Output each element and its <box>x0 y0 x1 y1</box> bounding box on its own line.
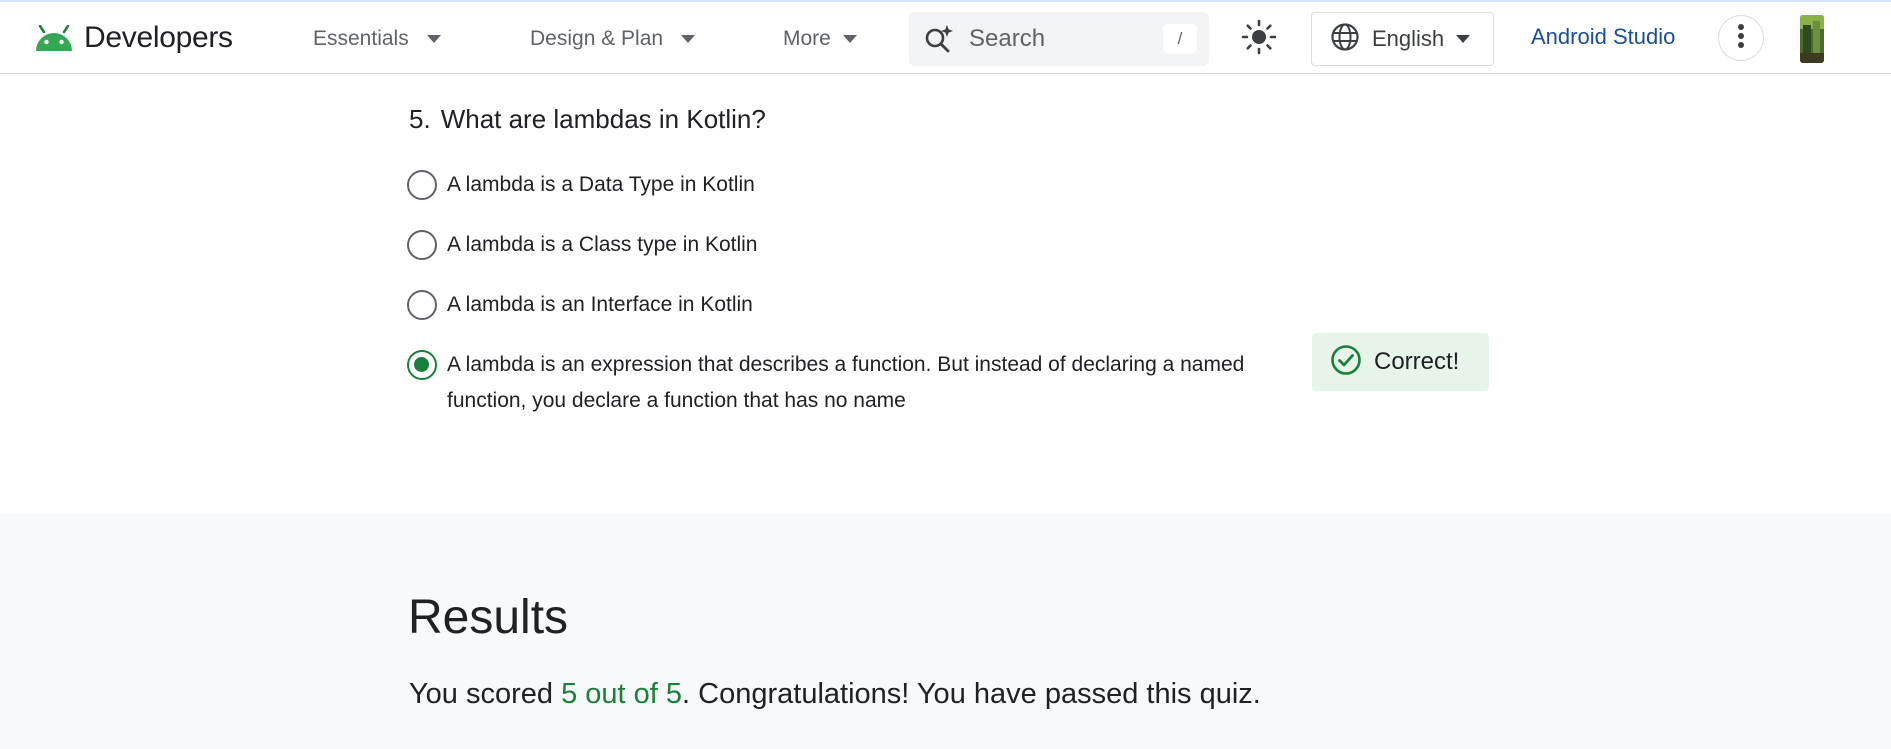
question-text: What are lambdas in Kotlin? <box>440 104 766 134</box>
answer-option-2[interactable]: A lambda is a Class type in Kotlin <box>407 230 758 263</box>
results-prefix: You scored <box>409 678 562 710</box>
android-studio-link[interactable]: Android Studio <box>1531 24 1675 50</box>
chevron-down-icon <box>842 35 857 43</box>
chevron-down-icon <box>1456 35 1471 43</box>
answer-option-1[interactable]: A lambda is a Data Type in Kotlin <box>407 170 755 203</box>
chevron-down-icon <box>426 35 441 43</box>
globe-icon <box>1330 22 1360 57</box>
answer-option-3[interactable]: A lambda is an Interface in Kotlin <box>407 290 753 323</box>
nav-design-plan[interactable]: Design & Plan <box>530 22 696 56</box>
results-section: Results You scored 5 out of 5. Congratul… <box>0 514 1891 749</box>
check-circle-icon <box>1312 344 1362 381</box>
results-score: 5 out of 5 <box>561 678 683 710</box>
nav-design-plan-label: Design & Plan <box>530 27 664 50</box>
feedback-text: Correct! <box>1374 348 1460 375</box>
option-label: A lambda is an Interface in Kotlin <box>447 293 753 316</box>
search-shortcut-key: / <box>1163 24 1197 54</box>
option-label: A lambda is an expression that describes… <box>447 353 1245 412</box>
logo-text: Developers <box>84 21 233 54</box>
radio-button[interactable] <box>407 170 437 200</box>
language-label: English <box>1372 26 1445 51</box>
question-title: 5. What are lambdas in Kotlin? <box>409 104 766 135</box>
radio-button[interactable] <box>407 290 437 320</box>
sparkle-search-icon <box>923 24 955 59</box>
more-options-button[interactable] <box>1718 15 1764 61</box>
chevron-down-icon <box>681 35 696 43</box>
results-title: Results <box>408 591 569 644</box>
radio-button-selected[interactable] <box>407 350 437 380</box>
answer-option-4[interactable]: A lambda is an expression that describes… <box>407 350 1277 419</box>
top-app-bar: Developers Essentials Design & Plan More… <box>0 0 1891 74</box>
nav-more-label: More <box>783 27 831 50</box>
more-vert-icon <box>1737 23 1745 54</box>
option-label: A lambda is a Data Type in Kotlin <box>447 173 755 196</box>
radio-button[interactable] <box>407 230 437 260</box>
option-label: A lambda is a Class type in Kotlin <box>447 233 758 256</box>
sun-icon <box>1241 19 1277 60</box>
nav-essentials-label: Essentials <box>313 27 409 50</box>
nav-essentials[interactable]: Essentials <box>313 22 441 56</box>
results-summary: You scored 5 out of 5. Congratulations! … <box>409 678 1261 711</box>
search-placeholder: Search <box>969 25 1046 52</box>
results-suffix: . Congratulations! You have passed this … <box>682 678 1261 710</box>
avatar[interactable] <box>1800 15 1824 63</box>
android-logo-icon <box>34 25 74 51</box>
search-input[interactable]: Search / <box>909 12 1209 66</box>
developers-logo[interactable]: Developers <box>34 18 233 58</box>
question-number: 5. <box>409 104 431 134</box>
feedback-badge: Correct! <box>1312 333 1489 391</box>
language-selector[interactable]: English <box>1311 12 1494 66</box>
theme-toggle-button[interactable] <box>1238 18 1280 60</box>
nav-more[interactable]: More <box>783 22 857 56</box>
